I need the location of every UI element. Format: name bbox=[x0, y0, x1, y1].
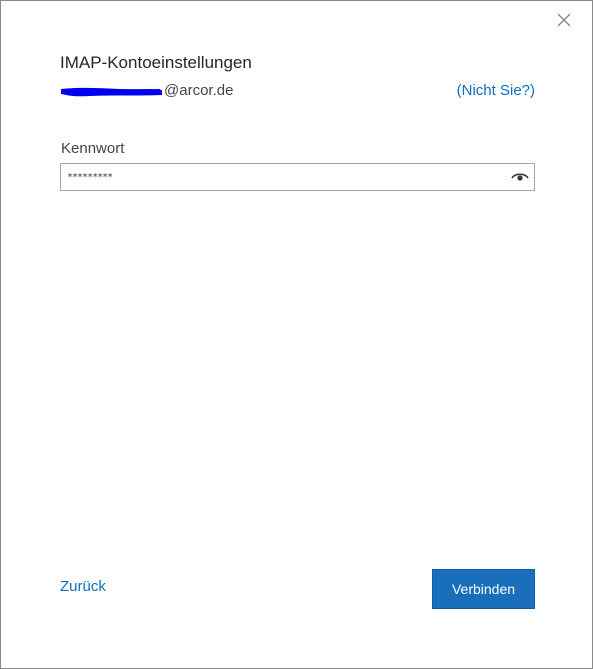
show-password-button[interactable] bbox=[510, 168, 530, 186]
close-icon bbox=[553, 9, 575, 31]
not-you-link[interactable]: (Nicht Sie?) bbox=[457, 82, 535, 99]
account-email: @arcor.de bbox=[164, 82, 234, 99]
account-row: @arcor.de (Nicht Sie?) bbox=[60, 81, 535, 103]
password-label: Kennwort bbox=[61, 140, 125, 157]
email-redaction-scribble bbox=[60, 84, 163, 98]
eye-icon bbox=[510, 168, 530, 186]
connect-button[interactable]: Verbinden bbox=[432, 569, 535, 609]
password-field bbox=[60, 163, 535, 191]
back-link[interactable]: Zurück bbox=[60, 578, 106, 595]
imap-account-settings-dialog: IMAP-Kontoeinstellungen @arcor.de (Nicht… bbox=[0, 0, 593, 669]
close-button[interactable] bbox=[553, 9, 575, 31]
password-input[interactable] bbox=[67, 167, 497, 187]
dialog-title: IMAP-Kontoeinstellungen bbox=[60, 53, 252, 72]
